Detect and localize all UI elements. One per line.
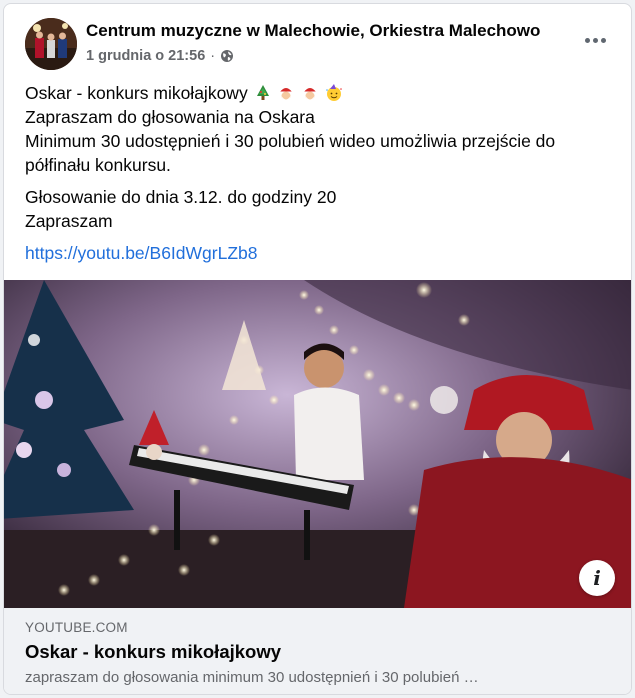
more-dot [592,37,598,43]
post-line-2: Zapraszam do głosowania na Oskara [25,107,315,127]
post-meta: 1 grudnia o 21:56 · [86,48,234,64]
christmas-tree-icon [254,84,272,102]
globe-icon[interactable] [220,49,234,63]
more-options-button[interactable] [577,26,613,54]
link-preview-title: Oskar - konkurs mikołajkowy [25,641,282,662]
post-youtube-link[interactable]: https://youtu.be/B6IdWgrLZb8 [25,243,258,263]
santa-face-icon [301,84,319,102]
post-line-1-container: Oskar - konkurs mikołajkowy [25,81,615,105]
post-voting-line: Głosowanie do dnia 3.12. do godziny 20 [25,187,337,207]
page-name-link[interactable]: Centrum muzyczne w Malechowie, Orkiestra… [86,21,540,41]
post-text: Oskar - konkurs mikołajkowy Zapraszam do… [25,81,615,265]
thumbnail-image [4,280,631,608]
link-preview-description: zapraszam do głosowania minimum 30 udost… [25,669,479,686]
santa-face-icon [277,84,295,102]
video-thumbnail[interactable]: i [4,280,631,608]
post-line-title: Oskar - konkurs mikołajkowy [25,83,248,103]
post-timestamp[interactable]: 1 grudnia o 21:56 [86,48,205,64]
post-header: Centrum muzyczne w Malechowie, Orkiestra… [4,4,631,72]
more-dot [584,37,590,43]
info-button[interactable]: i [579,560,615,596]
link-preview-domain: YOUTUBE.COM [25,620,128,635]
party-face-icon [325,84,343,102]
post-closing-line: Zapraszam [25,211,113,231]
post-line-3: Minimum 30 udostępnień i 30 polubień wid… [25,131,556,175]
more-dot [600,37,606,43]
page-avatar[interactable] [25,18,77,70]
link-preview[interactable]: YOUTUBE.COM Oskar - konkurs mikołajkowy … [4,608,631,694]
meta-separator: · [210,48,216,64]
post-card: Centrum muzyczne w Malechowie, Orkiestra… [3,3,632,695]
